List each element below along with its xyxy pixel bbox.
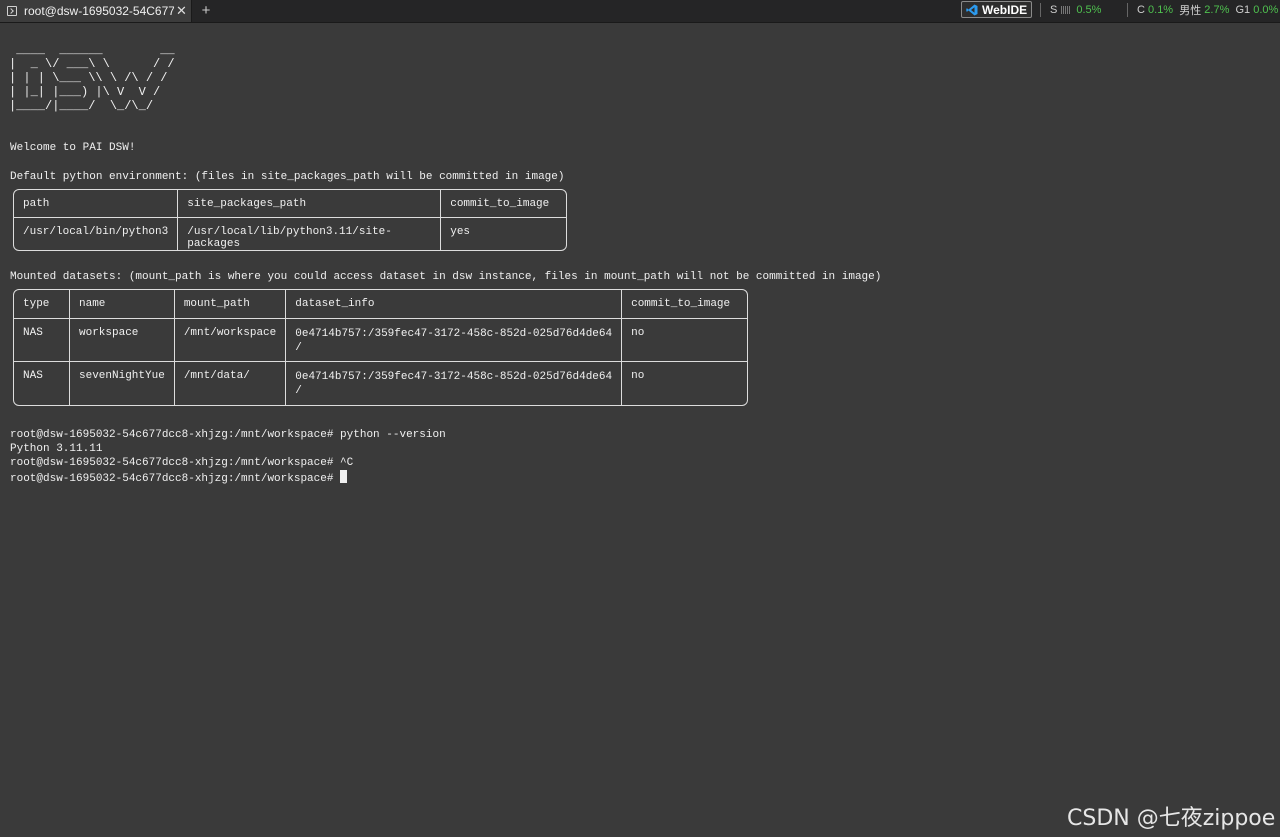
table-cell: /usr/local/bin/python3: [14, 218, 179, 250]
vertical-scrollbar[interactable]: [1263, 30, 1280, 837]
prompt-text: root@dsw-1695032-54c677dcc8-xhjzg:/mnt/w…: [10, 473, 341, 485]
mem-label: 男性: [1179, 5, 1202, 17]
header-cell: name: [70, 290, 175, 319]
header-cell: commit_to_image: [441, 190, 567, 218]
mem-value: 2.7%: [1204, 4, 1230, 16]
table-cell: no: [631, 370, 645, 382]
watermark: CSDN @七夜zippoe: [1067, 806, 1276, 831]
table-cell: no: [622, 319, 748, 362]
table-cell: 0e4714b757:/359fec47-3172-458c-852d-025d…: [286, 319, 623, 362]
cpu-stat: S 0.5%: [1050, 0, 1101, 20]
c-label: C: [1137, 4, 1145, 16]
usage-bars-icon: [1061, 6, 1071, 14]
table-cell: NAS: [14, 319, 70, 362]
tab-bar: root@dsw-1695032-54C677I ✕ + WebIDE S 0.…: [0, 0, 1280, 23]
header-cell: path: [14, 190, 179, 218]
header-cell: site_packages_path: [178, 190, 442, 218]
webide-button[interactable]: WebIDE: [961, 1, 1032, 18]
prompt-line: root@dsw-1695032-54c677dcc8-xhjzg:/mnt/w…: [10, 457, 354, 469]
output-line: Python 3.11.11: [10, 443, 103, 455]
table-cell: /mnt/workspace: [174, 319, 287, 362]
table-cell: sevenNightYue: [70, 362, 175, 405]
g-label: G1: [1235, 4, 1251, 16]
table-cell: yes: [450, 226, 471, 238]
terminal[interactable]: ____ ______ __ | _ \/ ___\ \ / / | | | \…: [0, 30, 1263, 837]
header-cell: dataset_info: [286, 290, 623, 319]
terminal-icon: [7, 6, 17, 16]
table-row: NAS sevenNightYue /mnt/data/ 0e4714b757:…: [14, 362, 747, 405]
table-cell: NAS: [14, 362, 70, 405]
header-cell: commit_to_image: [622, 290, 748, 319]
table-cell: workspace: [70, 319, 175, 362]
divider: [1127, 3, 1128, 17]
tab-title: root@dsw-1695032-54C677I: [24, 4, 174, 18]
s-value: 0.5%: [1076, 4, 1102, 16]
table-cell: /usr/local/lib/python3.11/site-packages: [178, 218, 442, 250]
header-cell: type: [14, 290, 70, 319]
new-tab-button[interactable]: +: [196, 0, 216, 22]
table-row: NAS workspace /mnt/workspace 0e4714b757:…: [14, 319, 748, 362]
table-cell: /mnt/data/: [175, 362, 287, 405]
dsw-ascii-logo: ____ ______ __ | _ \/ ___\ \ / / | | | \…: [9, 43, 175, 113]
terminal-tab[interactable]: root@dsw-1695032-54C677I ✕: [0, 0, 192, 22]
header-cell: mount_path: [174, 290, 287, 319]
divider: [1040, 3, 1041, 17]
s-label: S: [1050, 4, 1058, 16]
mounted-datasets-table: type name mount_path dataset_info commit…: [13, 289, 749, 406]
vscode-icon: [966, 4, 978, 15]
table-cell: 0e4714b757:/359fec47-3172-458c-852d-025d…: [286, 362, 623, 405]
text-cursor: [340, 470, 348, 483]
python-env-table: path site_packages_path commit_to_image …: [13, 189, 568, 251]
c-value: 0.1%: [1148, 4, 1174, 16]
resource-stats: C 0.1% 男性 2.7% G1 0.0%: [1137, 0, 1278, 20]
prompt-line: root@dsw-1695032-54c677dcc8-xhjzg:/mnt/w…: [10, 429, 446, 441]
datasets-heading: Mounted datasets: (mount_path is where y…: [10, 271, 882, 283]
table-header-row: type name mount_path dataset_info commit…: [14, 290, 748, 319]
env-heading: Default python environment: (files in si…: [10, 171, 565, 183]
active-prompt-line[interactable]: root@dsw-1695032-54c677dcc8-xhjzg:/mnt/w…: [10, 470, 348, 486]
table-header-row: path site_packages_path commit_to_image: [14, 190, 567, 218]
table-row: /usr/local/bin/python3 /usr/local/lib/py…: [14, 218, 566, 250]
close-tab-icon[interactable]: ✕: [176, 3, 187, 19]
g-value: 0.0%: [1253, 4, 1279, 16]
webide-label: WebIDE: [982, 2, 1028, 17]
welcome-text: Welcome to PAI DSW!: [10, 142, 136, 154]
